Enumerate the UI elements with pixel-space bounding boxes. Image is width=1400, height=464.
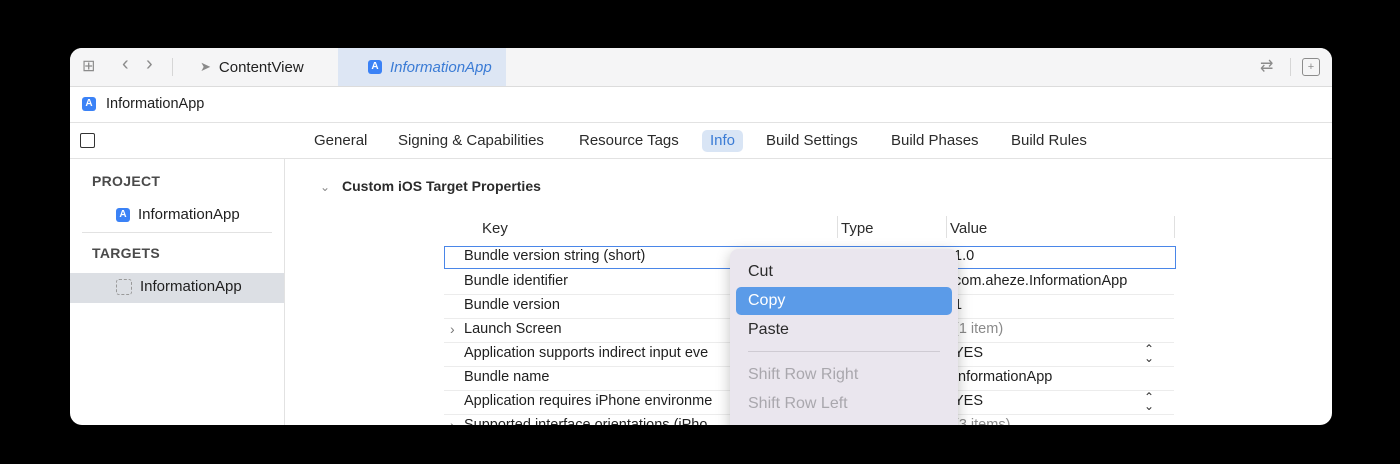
row-key: Bundle name [464, 369, 550, 385]
tab-build-settings[interactable]: Build Settings [758, 130, 866, 152]
menu-item-shift-row-left[interactable]: Shift Row Left [736, 390, 952, 418]
project-header: PROJECT [92, 173, 161, 189]
column-header-type[interactable]: Type [841, 220, 874, 237]
column-divider[interactable] [837, 216, 838, 238]
divider [82, 232, 272, 233]
column-header-value[interactable]: Value [950, 220, 987, 237]
sidebar-item-project[interactable]: A InformationApp [116, 206, 240, 223]
grid-icon[interactable]: ⊞ [82, 57, 95, 77]
menu-item-copy[interactable]: Copy [736, 287, 952, 315]
row-key: Bundle version string (short) [464, 248, 646, 264]
app-icon: A [368, 60, 382, 74]
jump-bar: A InformationApp [70, 86, 1332, 123]
row-value: (3 items) [954, 417, 1011, 425]
row-key: Application supports indirect input eve [464, 345, 709, 361]
editor-tabs: General Signing & Capabilities Resource … [70, 123, 1332, 159]
row-key: Supported interface orientations (iPho [464, 417, 708, 425]
breadcrumb[interactable]: InformationApp [106, 96, 204, 112]
row-key: Bundle identifier [464, 273, 568, 289]
column-divider [1174, 216, 1175, 238]
forward-chevron-icon[interactable]: › [146, 54, 153, 74]
swap-arrows-icon[interactable]: ⇄ [1260, 57, 1273, 77]
row-value: (1 item) [954, 321, 1004, 337]
row-value[interactable]: com.aheze.InformationApp [954, 273, 1127, 289]
tab-resource-tags[interactable]: Resource Tags [571, 130, 687, 152]
context-menu: Cut Copy Paste Shift Row Right Shift Row… [730, 249, 958, 425]
tab-contentview[interactable]: ➤ ContentView [200, 48, 338, 86]
toolbar-divider [172, 58, 173, 76]
targets-header: TARGETS [92, 245, 160, 261]
row-key: Bundle version [464, 297, 560, 313]
back-chevron-icon[interactable]: ‹ [122, 54, 129, 74]
disclosure-chevron-icon[interactable]: › [450, 417, 455, 425]
sidebar-toggle-icon[interactable] [80, 133, 95, 148]
sidebar-item-label: InformationApp [138, 206, 240, 223]
menu-item-paste[interactable]: Paste [736, 316, 952, 344]
row-value[interactable]: InformationApp [954, 369, 1052, 385]
target-icon [116, 278, 132, 295]
menu-separator [748, 351, 940, 352]
tab-signing-capabilities[interactable]: Signing & Capabilities [390, 130, 552, 152]
tab-build-rules[interactable]: Build Rules [1003, 130, 1095, 152]
app-icon: A [82, 97, 96, 111]
row-value[interactable]: YES [954, 345, 983, 361]
row-value[interactable]: YES [954, 393, 983, 409]
xcode-window: ⊞ ‹ › ➤ ContentView A InformationApp ⇄ +… [70, 48, 1332, 425]
tab-general[interactable]: General [306, 130, 375, 152]
app-icon: A [116, 207, 130, 222]
menu-item-cut[interactable]: Cut [736, 258, 952, 286]
toolbar-divider [1290, 58, 1291, 76]
column-divider[interactable] [946, 216, 947, 238]
tab-label: InformationApp [390, 58, 492, 76]
section-title[interactable]: Custom iOS Target Properties [342, 178, 541, 194]
disclosure-chevron-icon[interactable]: ⌄ [320, 180, 330, 194]
project-sidebar: PROJECT A InformationApp TARGETS Informa… [70, 159, 285, 425]
column-header-key[interactable]: Key [482, 220, 508, 237]
tab-bar: ⊞ ‹ › ➤ ContentView A InformationApp ⇄ + [70, 48, 1332, 87]
tab-info[interactable]: Info [702, 130, 744, 152]
popup-stepper-icon[interactable]: ⌃ ⌄ [1144, 391, 1154, 412]
row-key: Application requires iPhone environme [464, 393, 713, 409]
disclosure-chevron-icon[interactable]: › [450, 321, 455, 337]
add-editor-icon[interactable]: + [1302, 58, 1320, 76]
sidebar-item-target[interactable]: InformationApp [116, 278, 242, 295]
popup-stepper-icon[interactable]: ⌃ ⌄ [1144, 343, 1154, 364]
tab-label: ContentView [218, 58, 304, 76]
swift-icon: ➤ [200, 59, 211, 74]
tab-build-phases[interactable]: Build Phases [883, 130, 987, 152]
sidebar-item-label: InformationApp [140, 278, 242, 295]
menu-item-shift-row-right[interactable]: Shift Row Right [736, 361, 952, 389]
row-key: Launch Screen [464, 321, 562, 337]
tab-informationapp[interactable]: A InformationApp [338, 48, 506, 86]
